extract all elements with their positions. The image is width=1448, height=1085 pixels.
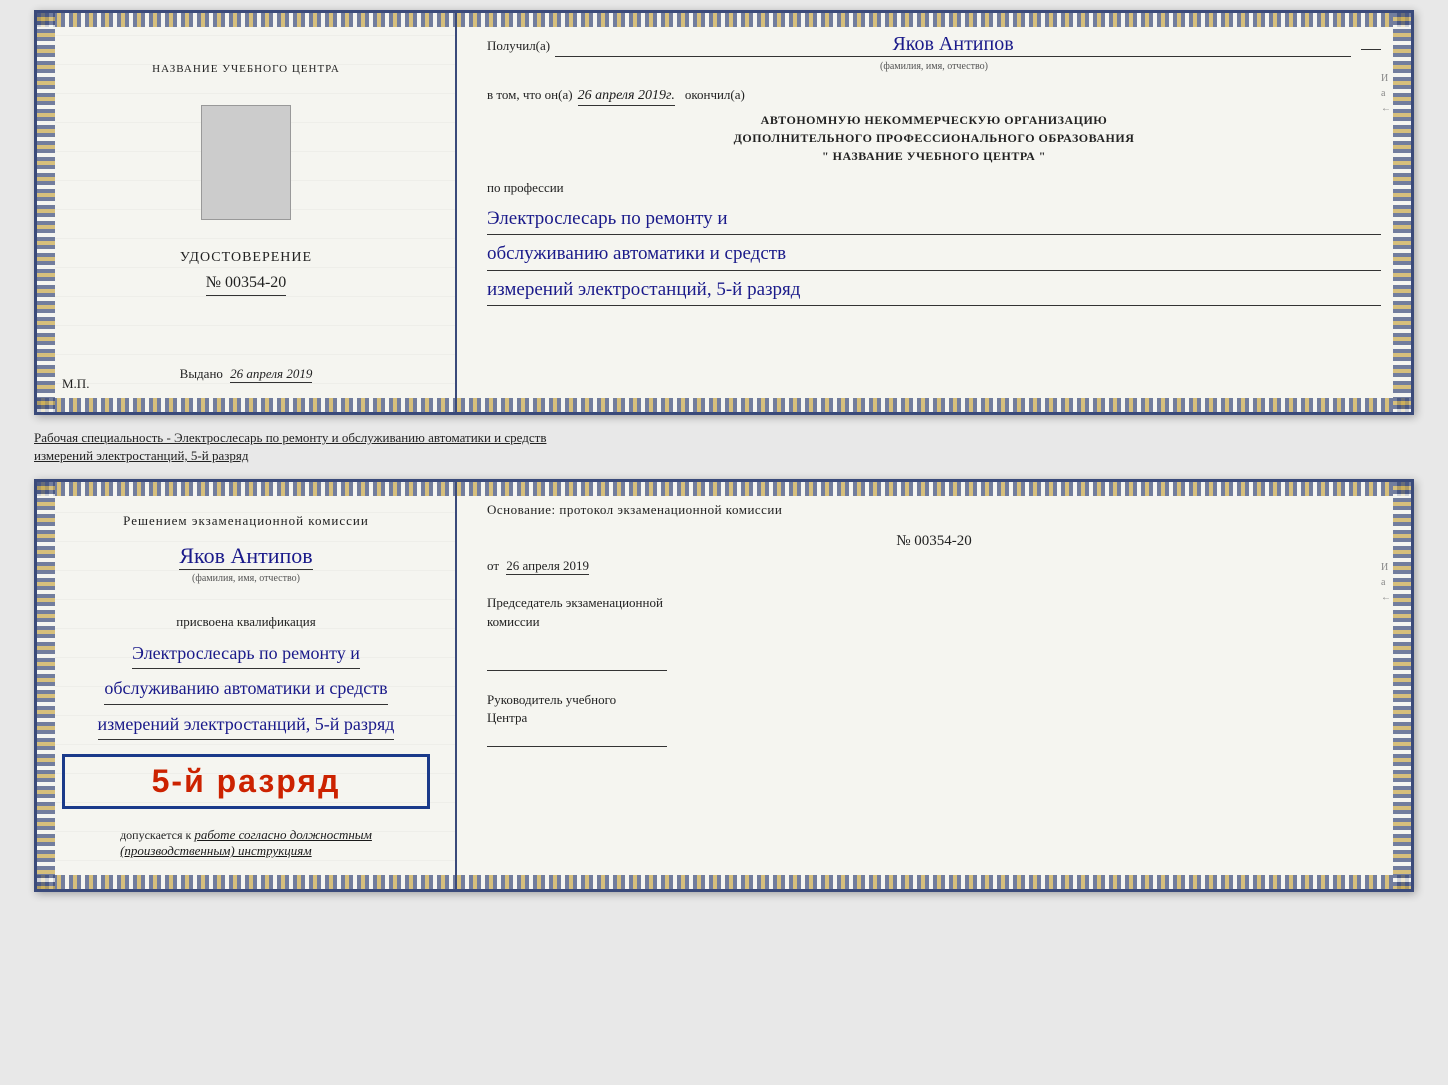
deco-arrow: ← xyxy=(1381,103,1391,114)
org-line3: " НАЗВАНИЕ УЧЕБНОГО ЦЕНТРА " xyxy=(487,147,1381,165)
resheniem-title: Решением экзаменационной комиссии xyxy=(123,512,369,530)
deco-a: а xyxy=(1381,88,1391,99)
rukovoditel-text2: Центра xyxy=(487,710,527,725)
rukovoditel-signature-line xyxy=(487,727,667,747)
vtom-date: 26 апреля 2019г. xyxy=(578,88,675,106)
profession-line1-bottom: Электрослесарь по ремонту и xyxy=(132,638,360,670)
org-full-block: АВТОНОМНУЮ НЕКОММЕРЧЕСКУЮ ОРГАНИЗАЦИЮ ДО… xyxy=(487,111,1381,165)
profession-line2-bottom: обслуживанию автоматики и средств xyxy=(104,673,387,705)
fio-subtitle-bottom: (фамилия, имя, отчество) xyxy=(192,573,300,584)
deco-a2: а xyxy=(1381,577,1391,588)
predsedatel-text2: комиссии xyxy=(487,614,540,629)
profession-line3-top: измерений электростанций, 5-й разряд xyxy=(487,275,1381,306)
org-line1: АВТОНОМНУЮ НЕКОММЕРЧЕСКУЮ ОРГАНИЗАЦИЮ xyxy=(487,111,1381,129)
deco-i2: И xyxy=(1381,562,1391,573)
po-professii: по профессии xyxy=(487,180,1381,196)
predsedatel-text1: Председатель экзаменационной xyxy=(487,595,663,610)
rukovoditel-text1: Руководитель учебного xyxy=(487,692,616,707)
between-line1: Рабочая специальность - Электрослесарь п… xyxy=(34,429,1414,447)
bottom-name: Яков Антипов xyxy=(179,543,312,570)
profession-line2-top: обслуживанию автоматики и средств xyxy=(487,239,1381,270)
mp-label: М.П. xyxy=(62,376,89,392)
predsedatel-block: Председатель экзаменационной комиссии xyxy=(487,594,1381,670)
border-left-bottom xyxy=(37,482,55,889)
between-line2: измерений электростанций, 5-й разряд xyxy=(34,447,1414,465)
profession-line3-bottom: измерений электростанций, 5-й разряд xyxy=(98,709,395,741)
dash-deco xyxy=(1361,49,1381,50)
org-line2: ДОПОЛНИТЕЛЬНОГО ПРОФЕССИОНАЛЬНОГО ОБРАЗО… xyxy=(487,129,1381,147)
dopuskaetsya-text: работе согласно должностным xyxy=(194,827,372,842)
dopuskaetsya-label: допускается к xyxy=(120,828,191,842)
right-deco-top: И а ← xyxy=(1381,73,1391,114)
poluchil-line: Получил(а) Яков Антипов xyxy=(487,33,1381,57)
prisvoena-label: присвоена квалификация xyxy=(176,614,315,630)
fio-subtitle-top: (фамилия, имя, отчество) xyxy=(487,61,1381,72)
bottom-doc-right: Основание: протокол экзаменационной коми… xyxy=(457,482,1411,889)
bottom-doc-left: Решением экзаменационной комиссии Яков А… xyxy=(37,482,457,889)
top-document: НАЗВАНИЕ УЧЕБНОГО ЦЕНТРА УДОСТОВЕРЕНИЕ №… xyxy=(34,10,1414,415)
okonchil-label: окончил(а) xyxy=(685,87,745,103)
deco-arrow2: ← xyxy=(1381,592,1391,603)
vtom-line: в том, что он(а) 26 апреля 2019г. окончи… xyxy=(487,87,1381,106)
top-doc-right: Получил(а) Яков Антипов (фамилия, имя, о… xyxy=(457,13,1411,412)
right-deco-bottom: И а ← xyxy=(1381,562,1391,603)
razryad-box: 5-й разряд xyxy=(62,754,430,809)
deco-i: И xyxy=(1381,73,1391,84)
border-right-top xyxy=(1393,13,1411,412)
predsedatel-signature-line xyxy=(487,651,667,671)
vtom-label: в том, что он(а) xyxy=(487,87,573,103)
ot-label: от xyxy=(487,558,499,573)
vydano-date: 26 апреля 2019 xyxy=(230,366,312,383)
bottom-document: Решением экзаменационной комиссии Яков А… xyxy=(34,479,1414,892)
osnovanie-label: Основание: протокол экзаменационной коми… xyxy=(487,502,1381,518)
razryad-big: 5-й разряд xyxy=(80,763,412,800)
rukovoditel-block: Руководитель учебного Центра xyxy=(487,691,1381,747)
dopuskaetsya-text2: (производственным) инструкциям xyxy=(120,843,312,858)
photo-placeholder xyxy=(201,105,291,220)
bottom-number: № 00354-20 xyxy=(487,533,1381,550)
profession-line1-top: Электрослесарь по ремонту и xyxy=(487,204,1381,235)
top-doc-left: НАЗВАНИЕ УЧЕБНОГО ЦЕНТРА УДОСТОВЕРЕНИЕ №… xyxy=(37,13,457,412)
between-text: Рабочая специальность - Электрослесарь п… xyxy=(34,425,1414,469)
vydano-label: Выдано xyxy=(180,366,223,381)
poluchil-label: Получил(а) xyxy=(487,38,550,54)
udostoverenie-number: № 00354-20 xyxy=(206,274,287,296)
predsedatel-label: Председатель экзаменационной комиссии xyxy=(487,594,1381,630)
border-left xyxy=(37,13,55,412)
border-right-bottom xyxy=(1393,482,1411,889)
dopuskaetsya-block: допускается к работе согласно должностны… xyxy=(120,827,372,859)
recipient-name: Яков Антипов xyxy=(555,33,1351,57)
org-name-left: НАЗВАНИЕ УЧЕБНОГО ЦЕНТРА xyxy=(152,63,340,75)
ot-line: от 26 апреля 2019 xyxy=(487,558,1381,574)
udostoverenie-title: УДОСТОВЕРЕНИЕ xyxy=(180,250,312,266)
vydano-line: Выдано 26 апреля 2019 xyxy=(180,366,313,382)
ot-date: 26 апреля 2019 xyxy=(506,558,589,575)
